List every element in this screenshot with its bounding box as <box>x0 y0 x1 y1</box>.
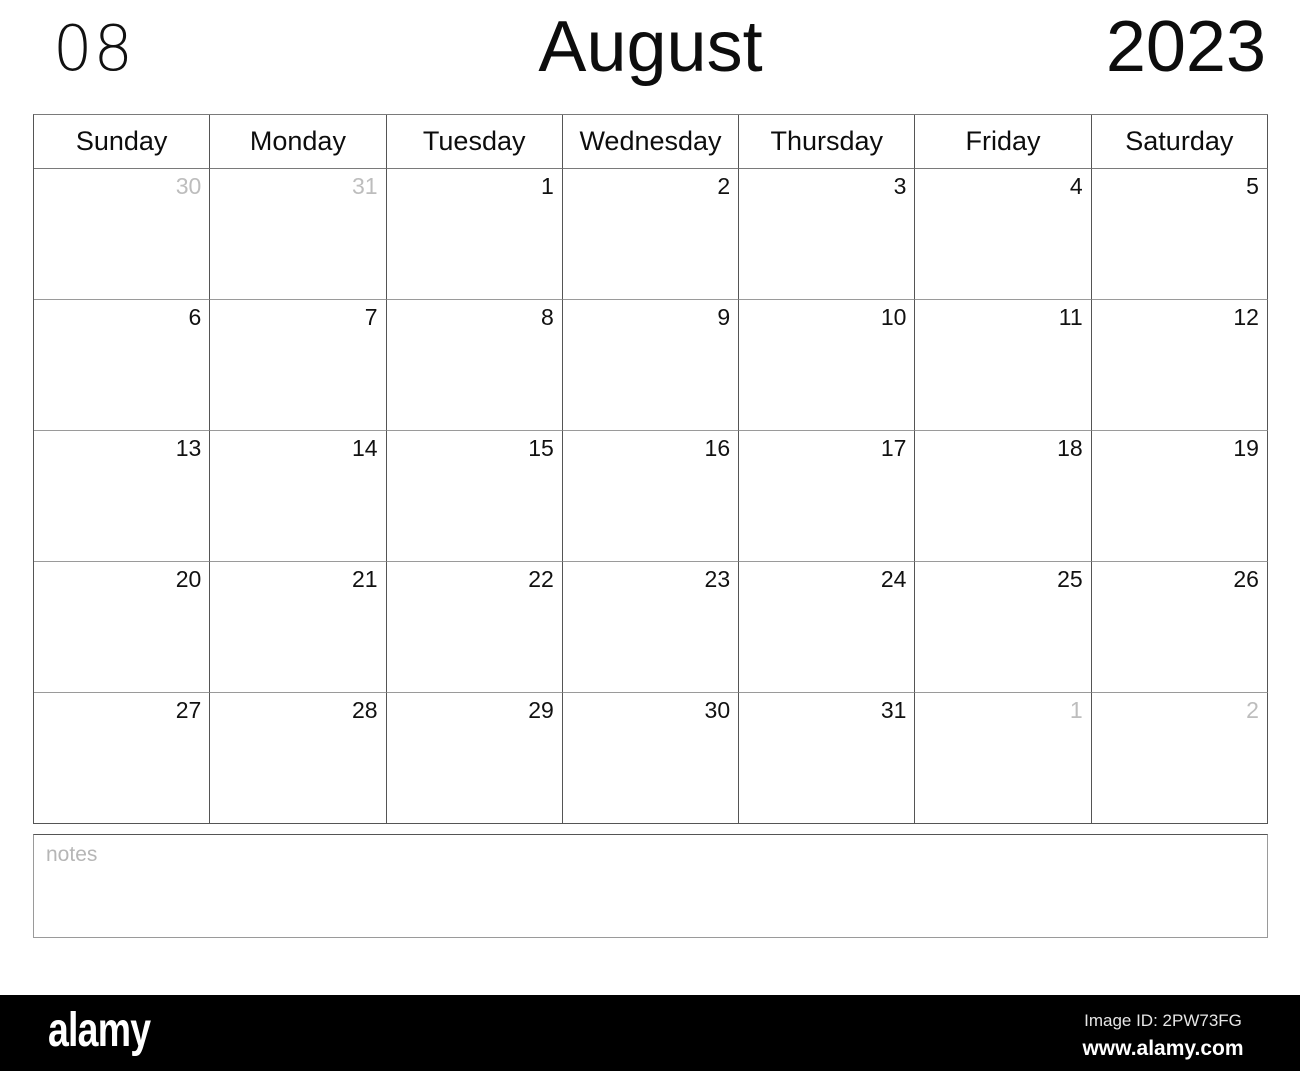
day-number: 24 <box>880 566 907 592</box>
day-cell[interactable]: 25 <box>915 562 1092 693</box>
day-cell[interactable]: 20 <box>34 562 211 693</box>
notes-box[interactable]: notes <box>33 834 1268 938</box>
day-number: 20 <box>175 566 202 592</box>
day-cell[interactable]: 8 <box>386 300 563 431</box>
day-cell[interactable]: 21 <box>210 562 387 693</box>
day-number: 29 <box>528 697 554 723</box>
calendar-header: 08 August 2023 <box>33 0 1268 110</box>
day-number: 28 <box>351 697 378 723</box>
day-cell[interactable]: 6 <box>34 300 211 431</box>
image-id-label: Image ID: 2PW73FG <box>1084 1011 1242 1030</box>
day-cell[interactable]: 2 <box>562 169 740 300</box>
weekday-header-wednesday: Wednesday <box>562 115 740 169</box>
weekday-header-friday: Friday <box>915 115 1092 169</box>
day-number: 4 <box>1069 173 1083 199</box>
day-cell[interactable]: 1 <box>915 693 1092 824</box>
day-cell[interactable]: 27 <box>34 693 211 824</box>
weekday-header-tuesday: Tuesday <box>386 115 563 169</box>
day-number: 1 <box>1069 697 1083 723</box>
day-cell[interactable]: 23 <box>562 562 740 693</box>
week-row: 30 31 1 2 3 4 5 <box>34 169 1268 300</box>
day-cell[interactable]: 22 <box>386 562 563 693</box>
day-number: 27 <box>175 697 202 723</box>
day-cell[interactable]: 30 <box>562 693 740 824</box>
day-cell[interactable]: 16 <box>562 431 740 562</box>
calendar-page: 08 August 2023 Sunday Monday Tuesday Wednes… <box>0 0 1300 1071</box>
day-cell[interactable]: 3 <box>739 169 916 300</box>
day-number: 19 <box>1233 435 1259 461</box>
day-number: 6 <box>188 304 202 330</box>
day-number: 21 <box>351 566 378 592</box>
day-number: 13 <box>175 435 202 461</box>
day-number: 30 <box>175 173 202 199</box>
alamy-logo: alamy <box>48 1004 151 1057</box>
day-cell[interactable]: 12 <box>1091 300 1268 431</box>
day-number: 2 <box>717 173 731 199</box>
day-number: 11 <box>1058 304 1083 330</box>
alamy-url: www.alamy.com <box>1082 1036 1244 1060</box>
day-number: 8 <box>541 304 554 330</box>
day-cell[interactable]: 5 <box>1091 169 1268 300</box>
day-cell[interactable]: 10 <box>739 300 916 431</box>
day-number: 9 <box>717 304 731 330</box>
day-number: 14 <box>351 435 378 461</box>
day-number: 26 <box>1233 566 1259 592</box>
day-cell[interactable]: 31 <box>739 693 916 824</box>
day-number: 18 <box>1057 435 1083 461</box>
day-number: 2 <box>1246 697 1259 723</box>
day-number: 17 <box>880 435 907 461</box>
day-cell[interactable]: 19 <box>1091 431 1268 562</box>
weekday-header-monday: Monday <box>210 115 387 169</box>
day-cell[interactable]: 30 <box>34 169 211 300</box>
day-number: 23 <box>704 566 731 592</box>
day-cell[interactable]: 15 <box>386 431 563 562</box>
day-number: 7 <box>364 304 378 330</box>
day-cell[interactable]: 9 <box>562 300 740 431</box>
day-cell[interactable]: 7 <box>210 300 387 431</box>
day-cell[interactable]: 2 <box>1091 693 1268 824</box>
day-number: 5 <box>1246 173 1259 199</box>
weekday-header-sunday: Sunday <box>34 115 211 169</box>
calendar-grid: Sunday Monday Tuesday Wednesday Thursday Frid… <box>33 114 1268 824</box>
day-cell[interactable]: 28 <box>210 693 387 824</box>
day-number: 31 <box>351 173 378 199</box>
day-cell[interactable]: 13 <box>34 431 211 562</box>
weekday-header-thursday: Thursday <box>739 115 916 169</box>
day-number: 25 <box>1057 566 1083 592</box>
year-number: 2023 <box>1105 7 1266 87</box>
watermark-info: Image ID: 2PW73FG www.alamy.com <box>1048 1008 1278 1063</box>
watermark-bar: alamy Image ID: 2PW73FG www.alamy.com <box>0 995 1300 1071</box>
week-row: 13 14 15 16 17 18 19 <box>34 431 1268 562</box>
week-row: 27 28 29 30 31 1 2 <box>34 693 1268 824</box>
day-number: 12 <box>1233 304 1259 330</box>
day-number: 3 <box>893 173 907 199</box>
day-cell[interactable]: 31 <box>210 169 387 300</box>
day-cell[interactable]: 14 <box>210 431 387 562</box>
day-cell[interactable]: 18 <box>915 431 1092 562</box>
day-number: 16 <box>704 435 731 461</box>
day-number: 30 <box>704 697 731 723</box>
week-row: 6 7 8 9 10 11 12 <box>34 300 1268 431</box>
day-cell[interactable]: 26 <box>1091 562 1268 693</box>
day-number: 22 <box>528 566 554 592</box>
weekday-header-saturday: Saturday <box>1091 115 1268 169</box>
day-cell[interactable]: 17 <box>739 431 916 562</box>
notes-placeholder: notes <box>46 843 98 866</box>
weekday-header-row: Sunday Monday Tuesday Wednesday Thursday Frid… <box>34 115 1268 169</box>
day-cell[interactable]: 1 <box>386 169 563 300</box>
day-cell[interactable]: 29 <box>386 693 563 824</box>
day-number: 10 <box>880 304 907 330</box>
day-number: 15 <box>528 435 554 461</box>
day-cell[interactable]: 24 <box>739 562 916 693</box>
week-row: 20 21 22 23 24 25 26 <box>34 562 1268 693</box>
day-number: 1 <box>541 173 554 199</box>
month-name: August <box>538 7 763 87</box>
day-number: 31 <box>880 697 907 723</box>
day-cell[interactable]: 11 <box>915 300 1092 431</box>
day-cell[interactable]: 4 <box>915 169 1092 300</box>
